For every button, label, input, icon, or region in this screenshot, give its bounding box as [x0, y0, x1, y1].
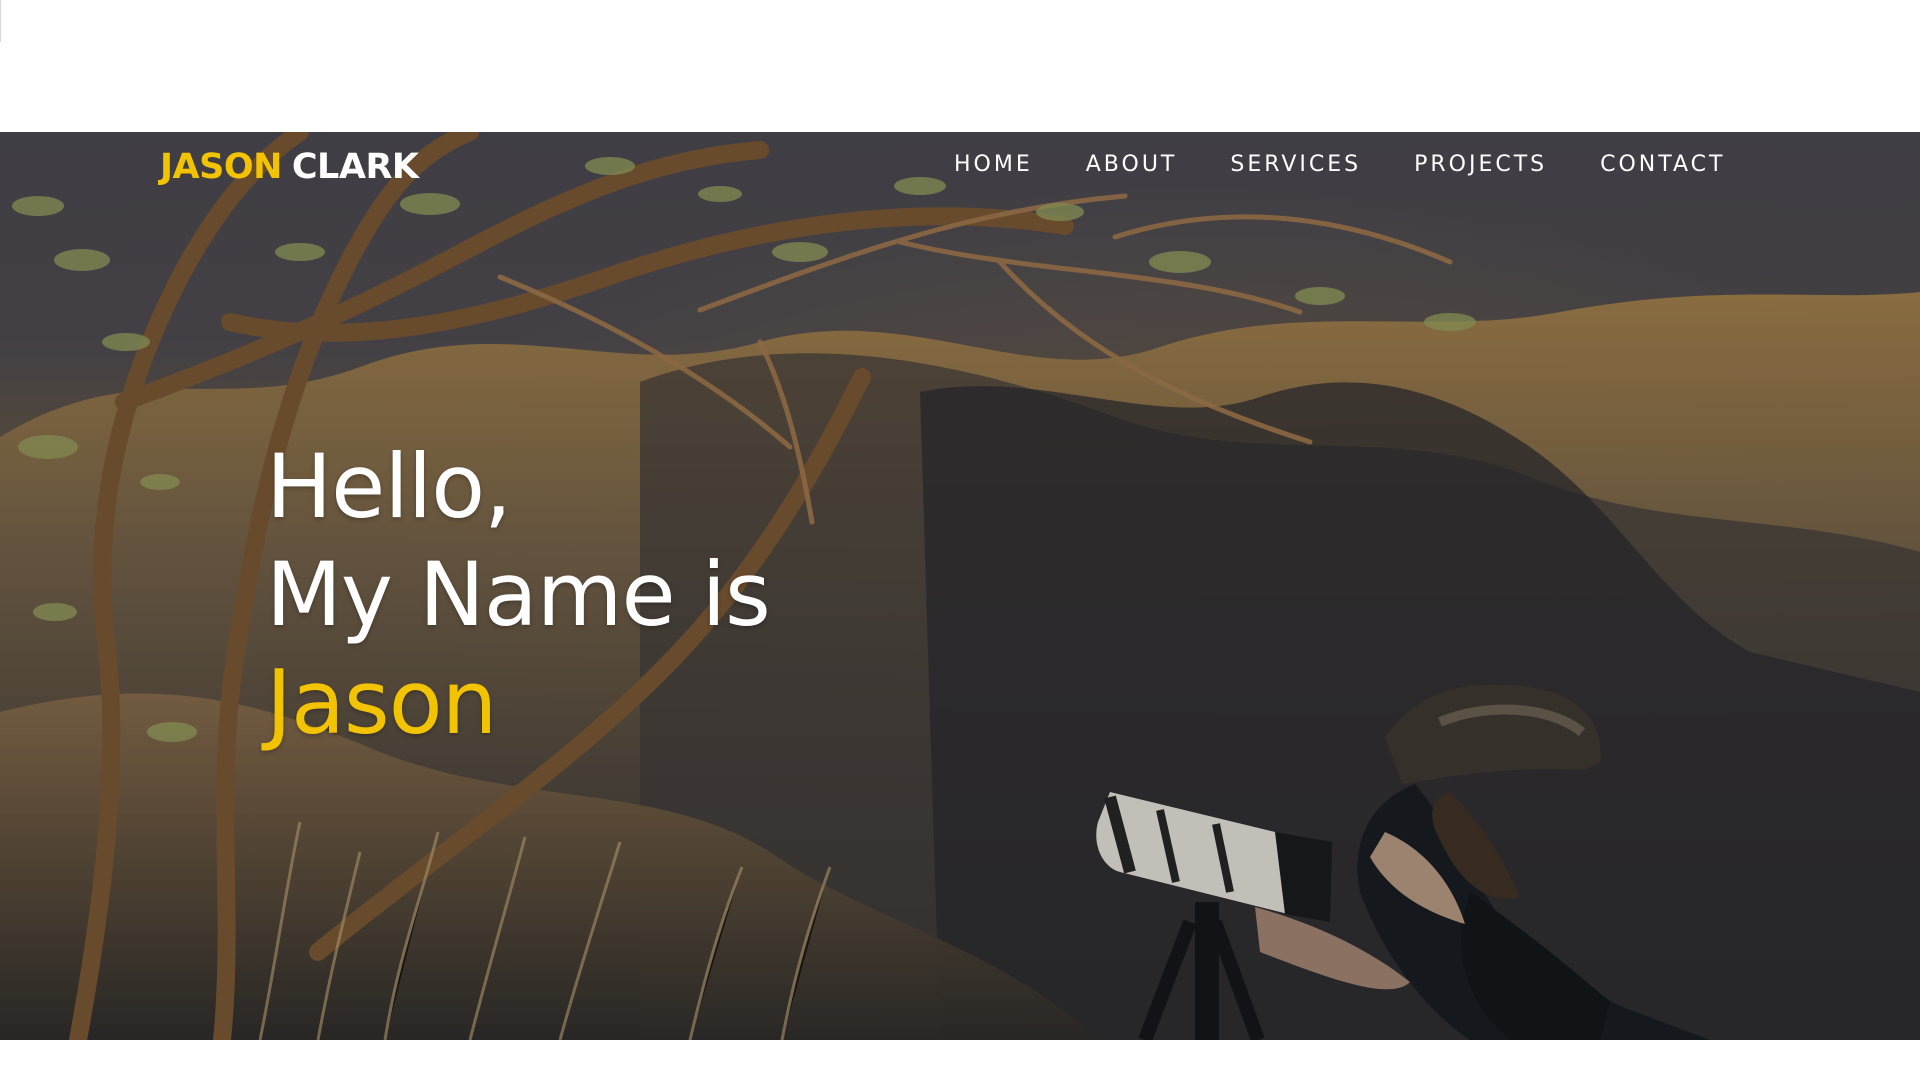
top-left-edge-line	[0, 0, 1, 42]
nav-projects-link[interactable]: PROJECTS	[1414, 154, 1547, 176]
main-navigation: JASON CLARK HOME ABOUT SERVICES PROJECTS …	[0, 132, 1920, 208]
logo-last-name: CLARK	[291, 147, 419, 187]
nav-contact-link[interactable]: CONTACT	[1600, 154, 1725, 176]
portfolio-page: JASON CLARK HOME ABOUT SERVICES PROJECTS …	[0, 0, 1920, 1080]
hero-heading: Hello, My Name is Jason	[266, 433, 771, 757]
nav-links: HOME ABOUT SERVICES PROJECTS CONTACT	[954, 154, 1725, 176]
nav-services-link[interactable]: SERVICES	[1230, 154, 1361, 176]
hero-name: Jason	[266, 651, 497, 754]
nav-about-link[interactable]: ABOUT	[1086, 154, 1178, 176]
logo-first-name: JASON	[160, 147, 282, 187]
hero-intro: My Name is	[266, 543, 771, 646]
hero-greeting: Hello,	[266, 435, 512, 538]
bottom-white-space	[0, 1040, 1920, 1080]
nav-home-link[interactable]: HOME	[954, 154, 1033, 176]
brand-logo[interactable]: JASON CLARK	[160, 150, 419, 185]
